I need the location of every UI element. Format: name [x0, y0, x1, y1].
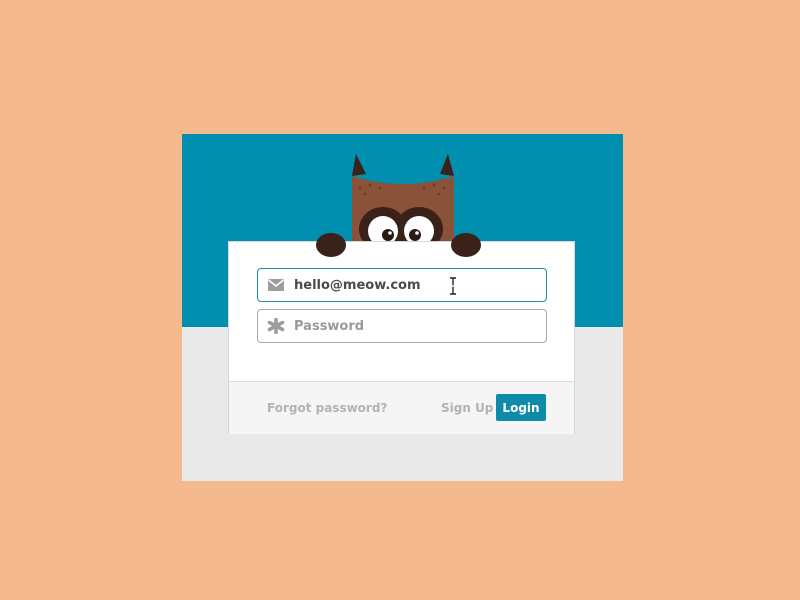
sign-up-link[interactable]: Sign Up [441, 401, 493, 415]
forgot-password-link[interactable]: Forgot password? [267, 401, 387, 415]
login-button[interactable]: Login [496, 394, 546, 421]
owl-feet-icon [316, 233, 481, 257]
login-stage: Forgot password? Sign Up Login [182, 134, 623, 481]
password-input[interactable] [294, 310, 534, 342]
email-input[interactable] [294, 269, 534, 301]
login-card: Forgot password? Sign Up Login [228, 241, 575, 434]
text-cursor-icon [450, 277, 456, 295]
asterisk-icon [267, 318, 285, 334]
email-field[interactable] [257, 268, 547, 302]
envelope-icon [268, 279, 284, 291]
password-field[interactable] [257, 309, 547, 343]
card-footer: Forgot password? Sign Up Login [229, 381, 574, 434]
